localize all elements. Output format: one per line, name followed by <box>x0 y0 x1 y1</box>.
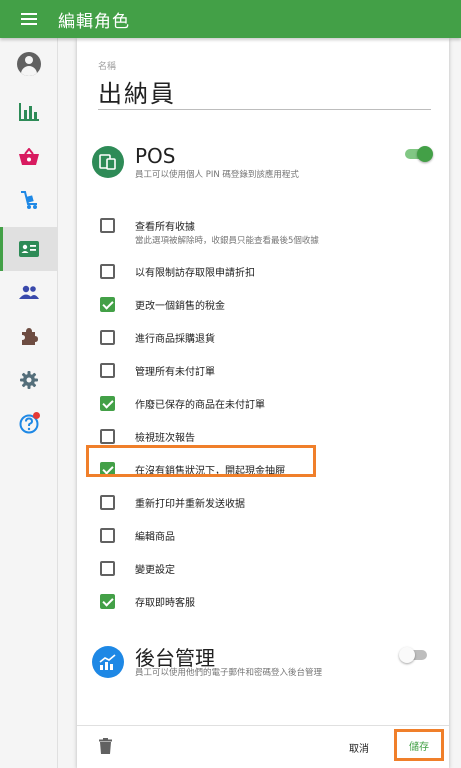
pos-section-description: 員工可以使用個人 PIN 碼登錄到該應用程式 <box>135 170 299 180</box>
checkbox-unchecked[interactable] <box>100 264 115 279</box>
permission-row[interactable]: 管理所有未付訂單 <box>98 356 438 386</box>
checkbox-unchecked[interactable] <box>100 218 115 233</box>
devices-icon <box>99 154 116 170</box>
checkbox-unchecked[interactable] <box>100 495 115 510</box>
badge-icon <box>19 241 39 257</box>
checkbox-unchecked[interactable] <box>100 528 115 543</box>
permission-row[interactable]: 更改一個銷售的稅金 <box>98 290 438 320</box>
save-button[interactable]: 儲存 <box>394 729 444 761</box>
permission-row[interactable]: 進行商品採購退貨 <box>98 323 438 353</box>
checkbox-unchecked[interactable] <box>100 363 115 378</box>
basket-icon <box>19 147 39 165</box>
permission-row[interactable]: 查看所有收據當此選項被解除時，收銀員只能查看最後5個收據 <box>98 211 438 246</box>
gear-icon <box>20 371 38 389</box>
account-icon <box>17 52 41 76</box>
permission-row[interactable]: 以有限制訪存取限申請折扣 <box>98 257 438 287</box>
highlight-box <box>86 445 316 477</box>
trash-icon <box>99 738 112 754</box>
permission-label: 管理所有未付訂單 <box>135 367 215 378</box>
cancel-button[interactable]: 取消 <box>349 740 369 755</box>
permission-description: 當此選項被解除時，收銀員只能查看最後5個收據 <box>135 236 319 246</box>
role-name-input[interactable]: 出納員 <box>98 74 176 109</box>
permission-label: 查看所有收據 <box>135 222 195 233</box>
pos-toggle[interactable] <box>403 146 433 162</box>
delete-button[interactable] <box>99 738 115 756</box>
checkbox-unchecked[interactable] <box>100 561 115 576</box>
sidebar-item-customers[interactable] <box>0 270 58 314</box>
permission-label: 編輯商品 <box>135 532 175 543</box>
sidebar-item-account[interactable] <box>0 42 58 86</box>
permission-row[interactable]: 變更設定 <box>98 554 438 584</box>
permission-label: 變更設定 <box>135 565 175 576</box>
chart-icon <box>19 103 39 121</box>
checkbox-checked[interactable] <box>100 396 115 411</box>
sidebar <box>0 38 58 768</box>
permission-label: 更改一個銷售的稅金 <box>135 301 225 312</box>
backoffice-toggle-thumb <box>399 647 415 663</box>
menu-icon <box>21 13 37 25</box>
cart-icon <box>21 191 37 209</box>
people-icon <box>19 285 39 299</box>
trending-chart-icon <box>99 654 116 670</box>
permission-label: 重新打印并重新发送收据 <box>135 499 245 510</box>
role-name-label: 名稱 <box>98 62 117 72</box>
checkbox-unchecked[interactable] <box>100 429 115 444</box>
checkbox-unchecked[interactable] <box>100 330 115 345</box>
sidebar-item-inventory[interactable] <box>0 178 58 222</box>
backoffice-toggle[interactable] <box>399 647 429 663</box>
sidebar-item-reports[interactable] <box>0 90 58 134</box>
puzzle-icon <box>22 328 38 345</box>
pos-toggle-thumb <box>417 146 433 162</box>
card-footer: 取消 儲存 <box>77 725 449 768</box>
top-app-bar: 編輯角色 <box>0 0 461 38</box>
page-title: 編輯角色 <box>58 11 130 32</box>
checkbox-checked[interactable] <box>100 594 115 609</box>
sidebar-item-settings[interactable] <box>0 358 58 402</box>
permission-label: 進行商品採購退貨 <box>135 334 215 345</box>
backoffice-section-description: 員工可以使用他們的電子郵件和密碼登入後台管理 <box>135 668 323 678</box>
permission-row[interactable]: 存取即時客服 <box>98 587 438 617</box>
permission-label: 以有限制訪存取限申請折扣 <box>135 268 255 279</box>
permission-row[interactable]: 編輯商品 <box>98 521 438 551</box>
permission-label: 存取即時客服 <box>135 598 195 609</box>
notification-dot <box>33 412 40 419</box>
permission-row[interactable]: 作廢已保存的商品在未付訂單 <box>98 389 438 419</box>
sidebar-item-help[interactable] <box>0 402 58 446</box>
edit-role-card: 名稱 出納員 POS 員工可以使用個人 PIN 碼登錄到該應用程式 查看所有收據… <box>77 38 449 768</box>
menu-button[interactable] <box>0 0 58 38</box>
pos-section-title: POS <box>135 144 176 168</box>
pos-section-icon <box>92 146 124 178</box>
checkbox-checked[interactable] <box>100 297 115 312</box>
permission-label: 作廢已保存的商品在未付訂單 <box>135 400 265 411</box>
backoffice-section-icon <box>92 646 124 678</box>
role-name-underline <box>98 109 431 110</box>
permission-row[interactable]: 重新打印并重新发送收据 <box>98 488 438 518</box>
sidebar-item-sales[interactable] <box>0 134 58 178</box>
sidebar-item-integrations[interactable] <box>0 314 58 358</box>
sidebar-item-employees[interactable] <box>0 227 58 271</box>
permission-label: 檢視班次報告 <box>135 433 195 444</box>
